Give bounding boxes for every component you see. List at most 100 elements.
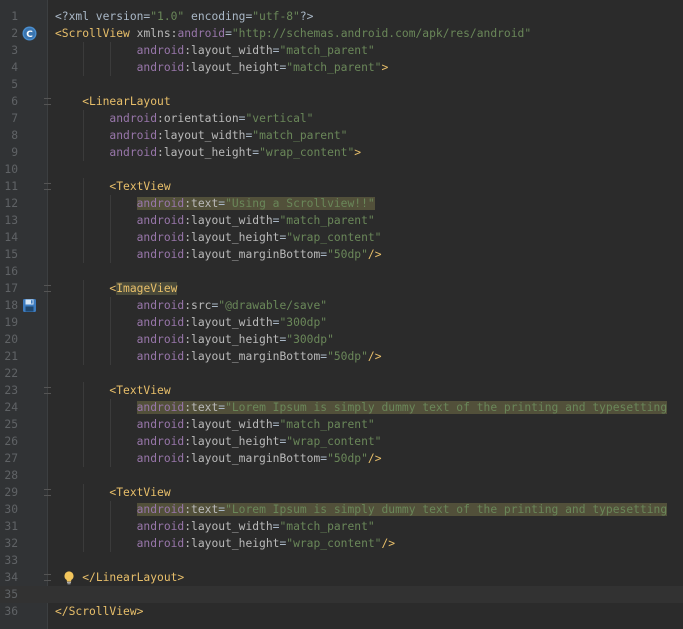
- code-token: :src: [184, 299, 212, 312]
- code-text: android:layout_width="300dp": [55, 314, 327, 331]
- line-number: 15: [4, 248, 18, 261]
- code-token: "wrap_content": [286, 537, 382, 550]
- code-line[interactable]: 13 android:layout_width="match_parent": [0, 212, 683, 229]
- code-line[interactable]: 31 android:layout_width="match_parent": [0, 518, 683, 535]
- code-token: :layout_height: [184, 333, 280, 346]
- code-token: "wrap_content": [259, 146, 355, 159]
- code-line[interactable]: 5: [0, 76, 683, 93]
- code-token: =: [225, 27, 232, 40]
- code-line[interactable]: 17 <ImageView: [0, 280, 683, 297]
- code-token: android: [109, 146, 158, 159]
- code-line[interactable]: 18 android:src="@drawable/save": [0, 297, 683, 314]
- code-text: android:layout_marginBottom="50dp"/>: [55, 246, 382, 263]
- code-text: android:layout_marginBottom="50dp"/>: [55, 450, 382, 467]
- code-token: android: [136, 61, 185, 74]
- code-token: android: [136, 231, 185, 244]
- code-line[interactable]: 2 C <ScrollView xmlns:android="http://sche…: [0, 25, 683, 42]
- code-token: "Lorem Ipsum is simply dummy text of the…: [225, 401, 668, 414]
- line-number: 18: [4, 299, 18, 312]
- code-text: android:layout_width="match_parent": [55, 127, 347, 144]
- code-line[interactable]: 7 android:orientation="vertical": [0, 110, 683, 127]
- code-line[interactable]: 34 </LinearLayout>: [0, 569, 683, 586]
- code-line[interactable]: 8 android:layout_width="match_parent": [0, 127, 683, 144]
- code-token: />: [381, 537, 396, 550]
- code-line[interactable]: 19 android:layout_width="300dp": [0, 314, 683, 331]
- code-token: "50dp": [327, 350, 368, 363]
- fold-marker-icon[interactable]: [44, 574, 51, 581]
- code-line[interactable]: 22: [0, 365, 683, 382]
- code-token: "match_parent": [286, 61, 382, 74]
- fold-marker-icon[interactable]: [44, 489, 51, 496]
- code-token: :layout_height: [184, 61, 280, 74]
- fold-marker-icon[interactable]: [44, 98, 51, 105]
- line-number: 35: [4, 588, 18, 601]
- code-line[interactable]: 9 android:layout_height="wrap_content">: [0, 144, 683, 161]
- code-line[interactable]: 33: [0, 552, 683, 569]
- line-number: 29: [4, 486, 18, 499]
- code-text: </ScrollView>: [55, 603, 143, 620]
- code-line[interactable]: 10: [0, 161, 683, 178]
- code-line[interactable]: 15 android:layout_marginBottom="50dp"/>: [0, 246, 683, 263]
- code-line[interactable]: 4 android:layout_height="match_parent">: [0, 59, 683, 76]
- line-number: 33: [4, 554, 18, 567]
- code-line[interactable]: 32 android:layout_height="wrap_content"/…: [0, 535, 683, 552]
- code-text: android:layout_width="match_parent": [55, 518, 375, 535]
- code-token: :layout_width: [184, 214, 273, 227]
- code-token: :layout_width: [157, 129, 246, 142]
- line-number: 17: [4, 282, 18, 295]
- code-line[interactable]: 20 android:layout_height="300dp": [0, 331, 683, 348]
- code-token: :layout_height: [184, 537, 280, 550]
- code-text: android:orientation="vertical": [55, 110, 313, 127]
- code-line[interactable]: 28: [0, 467, 683, 484]
- code-line[interactable]: 23 <TextView: [0, 382, 683, 399]
- code-line[interactable]: 12 android:text="Using a Scrollview!!": [0, 195, 683, 212]
- current-line[interactable]: 35: [0, 586, 683, 603]
- code-editor[interactable]: 1 <?xml version="1.0" encoding="utf-8"?> 2…: [0, 0, 683, 629]
- line-number: 30: [4, 503, 18, 516]
- code-text: android:layout_height="wrap_content": [55, 229, 382, 246]
- code-line[interactable]: 27 android:layout_marginBottom="50dp"/>: [0, 450, 683, 467]
- line-number: 11: [4, 180, 18, 193]
- line-number: 14: [4, 231, 18, 244]
- code-token: <LinearLayout: [82, 95, 171, 108]
- code-token: "match_parent": [279, 44, 375, 57]
- code-token: android: [136, 520, 185, 533]
- fold-marker-icon[interactable]: [44, 285, 51, 292]
- save-icon[interactable]: [22, 298, 37, 313]
- code-token: "http://schemas.android.com/apk/res/andr…: [231, 27, 532, 40]
- line-number: 8: [11, 129, 18, 142]
- code-token: :layout_height: [184, 231, 280, 244]
- code-token: :orientation: [157, 112, 239, 125]
- code-line[interactable]: 29 <TextView: [0, 484, 683, 501]
- code-line[interactable]: 6 <LinearLayout: [0, 93, 683, 110]
- code-token: ImageView: [116, 282, 178, 295]
- code-line[interactable]: 11 <TextView: [0, 178, 683, 195]
- code-token: android: [136, 435, 185, 448]
- code-line[interactable]: 24 android:text="Lorem Ipsum is simply d…: [0, 399, 683, 416]
- code-token: <TextView: [109, 384, 171, 397]
- code-token: :layout_marginBottom: [184, 248, 321, 261]
- code-line[interactable]: 3 android:layout_width="match_parent": [0, 42, 683, 59]
- code-line[interactable]: 16: [0, 263, 683, 280]
- fold-marker-icon[interactable]: [44, 183, 51, 190]
- fold-marker-icon[interactable]: [44, 387, 51, 394]
- code-line[interactable]: 21 android:layout_marginBottom="50dp"/>: [0, 348, 683, 365]
- code-line[interactable]: 36 </ScrollView>: [0, 603, 683, 620]
- line-number: 5: [11, 78, 18, 91]
- code-line[interactable]: 30 android:text="Lorem Ipsum is simply d…: [0, 501, 683, 518]
- code-line[interactable]: 14 android:layout_height="wrap_content": [0, 229, 683, 246]
- class-c-icon[interactable]: C: [22, 26, 37, 41]
- code-token: />: [367, 248, 382, 261]
- code-text: <?xml version="1.0" encoding="utf-8"?>: [55, 8, 313, 25]
- code-token: >: [381, 61, 389, 74]
- code-token: android: [136, 452, 185, 465]
- code-line[interactable]: 26 android:layout_height="wrap_content": [0, 433, 683, 450]
- code-token: </LinearLayout>: [82, 571, 185, 584]
- code-line[interactable]: 1 <?xml version="1.0" encoding="utf-8"?>: [0, 8, 683, 25]
- code-text: android:text="Lorem Ipsum is simply dumm…: [55, 399, 668, 416]
- code-text: <TextView: [55, 382, 171, 399]
- code-line[interactable]: 25 android:layout_width="match_parent": [0, 416, 683, 433]
- line-number: 7: [11, 112, 18, 125]
- line-number: 16: [4, 265, 18, 278]
